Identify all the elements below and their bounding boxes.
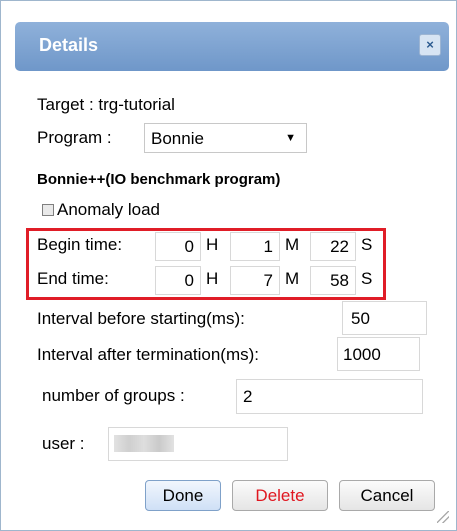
interval-before-value: 50	[351, 309, 370, 328]
begin-seconds-input[interactable]: 22	[310, 232, 356, 261]
resize-handle-icon[interactable]	[437, 511, 449, 523]
anomaly-load-checkbox[interactable]	[42, 204, 54, 216]
anomaly-load-label: Anomaly load	[57, 200, 161, 219]
interval-after-label: Interval after termination(ms):	[37, 345, 260, 364]
end-hours-input[interactable]: 0	[155, 266, 201, 295]
delete-button[interactable]: Delete	[232, 480, 328, 511]
groups-value: 2	[243, 387, 253, 406]
begin-time-label: Begin time:	[37, 235, 123, 254]
begin-minutes-input[interactable]: 1	[230, 232, 280, 261]
details-dialog: Details × Target : trg-tutorial Program …	[0, 0, 457, 531]
program-selected-value: Bonnie	[151, 129, 204, 148]
done-button[interactable]: Done	[145, 480, 221, 511]
begin-hours-unit: H	[206, 235, 219, 254]
begin-seconds-unit: S	[361, 235, 373, 254]
end-time-label: End time:	[37, 269, 109, 288]
interval-before-input[interactable]: 50	[342, 301, 427, 335]
program-description: Bonnie++(IO benchmark program)	[37, 171, 281, 188]
user-value-redacted	[114, 435, 174, 452]
groups-input[interactable]: 2	[236, 379, 423, 414]
groups-label: number of groups :	[42, 386, 185, 405]
end-hours-unit: H	[206, 269, 219, 288]
end-minutes-input[interactable]: 7	[230, 266, 280, 295]
close-glyph: ×	[426, 37, 434, 52]
chevron-down-icon: ▼	[285, 132, 296, 144]
end-minutes-unit: M	[285, 269, 300, 288]
begin-hours-value: 0	[184, 237, 194, 256]
program-select[interactable]: Bonnie ▼	[144, 123, 307, 153]
begin-hours-input[interactable]: 0	[155, 232, 201, 261]
begin-seconds-value: 22	[330, 237, 349, 256]
dialog-titlebar[interactable]: Details ×	[15, 22, 449, 71]
target-label: Target : trg-tutorial	[37, 95, 175, 114]
end-seconds-input[interactable]: 58	[310, 266, 356, 295]
interval-before-label: Interval before starting(ms):	[37, 309, 245, 328]
cancel-button[interactable]: Cancel	[339, 480, 435, 511]
interval-after-value: 1000	[343, 345, 381, 364]
close-icon[interactable]: ×	[419, 34, 441, 56]
interval-after-input[interactable]: 1000	[337, 337, 420, 371]
user-label: user :	[42, 434, 85, 453]
end-minutes-value: 7	[263, 271, 273, 290]
end-hours-value: 0	[184, 271, 194, 290]
begin-minutes-unit: M	[285, 235, 300, 254]
end-seconds-unit: S	[361, 269, 373, 288]
end-seconds-value: 58	[330, 271, 349, 290]
begin-minutes-value: 1	[263, 237, 273, 256]
program-label: Program :	[37, 128, 112, 147]
dialog-title: Details	[39, 35, 99, 55]
